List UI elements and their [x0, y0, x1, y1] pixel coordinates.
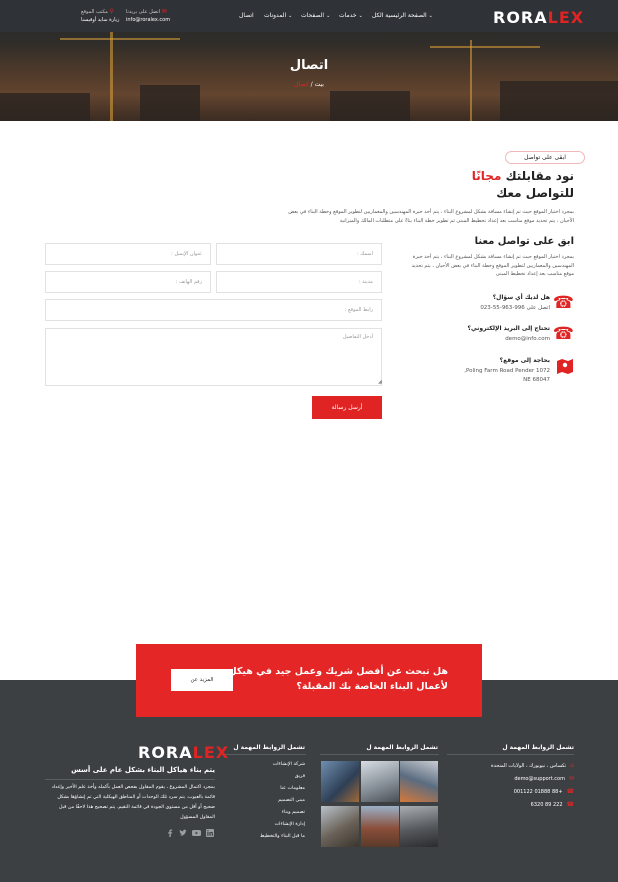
nav-item-contact[interactable]: اتصال	[239, 12, 254, 19]
footer-description: بمجرد اكتمال المشروع ، يقوم المقاول بفحص…	[51, 785, 215, 820]
building-shape	[0, 93, 90, 121]
crane-shape	[60, 38, 180, 40]
details-placeholder: أدخل التفاصيل	[342, 334, 373, 340]
footer-link[interactable]: مبنى التصميم	[278, 798, 305, 803]
map-icon	[556, 357, 574, 375]
mail-icon: ✉	[568, 775, 574, 782]
crane-shape	[430, 46, 540, 48]
nav-item-pages[interactable]: الصفحات ⌄	[301, 12, 330, 19]
divider	[224, 754, 306, 755]
name-input[interactable]: اسمك :	[216, 243, 382, 265]
footer-link[interactable]: معلومات عنا	[280, 786, 305, 791]
nav-item-home[interactable]: الصفحة الرئيسية الكل ⌄	[372, 12, 433, 19]
chevron-down-icon: ⌄	[288, 13, 293, 19]
section-heading: نود مقابلتك مجانًا للتواصل معك	[471, 169, 574, 200]
chevron-down-icon: ⌄	[428, 13, 433, 19]
breadcrumb-home[interactable]: بيت	[315, 81, 324, 88]
info-email: ☎ تحتاج إلى البريد الإلكتروني؟ demo@info…	[467, 324, 574, 344]
learn-more-button[interactable]: المزيد عن	[171, 669, 233, 691]
top-navbar: RORALEX الصفحة الرئيسية الكل ⌄ خدمات ⌄ الص…	[0, 0, 618, 32]
footer-col3-heading: تشمل الروابط المهمة ل	[233, 744, 305, 751]
cta-text: هل تبحث عن أفضل شريك وعمل جيد في هيكل لأ…	[228, 666, 448, 692]
mail-icon: ✉	[161, 8, 167, 15]
footer-phone[interactable]: ☎222 89 6320	[531, 801, 574, 808]
city-input[interactable]: مدينة :	[216, 271, 382, 293]
gallery-image[interactable]	[321, 806, 359, 847]
footer-link[interactable]: تصميم وبناء	[282, 810, 305, 815]
footer-link[interactable]: إدارة الإنشاءات	[275, 822, 305, 827]
page-title: اتصال	[289, 58, 329, 73]
website-input[interactable]: رابط الموقع :	[45, 299, 382, 321]
footer-link[interactable]: ما قبل البناء والتخطيط	[260, 834, 305, 839]
hero-banner: RORALEX الصفحة الرئيسية الكل ⌄ خدمات ⌄ الص…	[0, 0, 618, 121]
nav-item-services[interactable]: خدمات ⌄	[339, 12, 363, 19]
divider	[45, 779, 215, 780]
gallery-image[interactable]	[361, 761, 399, 802]
phone-icon: ☎	[566, 788, 574, 795]
phone-icon: ☎	[552, 324, 574, 344]
footer-col2-heading: تشمل الروابط المهمة ل	[366, 744, 438, 751]
phone-input[interactable]: رقم الهاتف :	[45, 271, 211, 293]
phone-icon: ☎	[552, 293, 574, 313]
footer-address: ⌂تكساس ، نيويورك ، الولايات المتحدة	[491, 762, 574, 769]
info-location: بحاجة إلى موقع؟ 1072 Poling Farm Road Pe…	[404, 357, 574, 389]
contact-subheading: ابق على تواصل معنا	[474, 236, 574, 247]
footer-phone[interactable]: ☎+88 01888 001122	[514, 788, 574, 795]
linkedin-icon[interactable]	[206, 829, 214, 839]
twitter-icon[interactable]	[179, 829, 187, 839]
info-phone: ☎ هل لديك أي سؤال؟ اتصل على 996-963-55-0…	[480, 293, 574, 313]
resize-handle[interactable]: ◢	[378, 379, 382, 385]
details-textarea[interactable]: أدخل التفاصيل ◢	[45, 328, 382, 386]
section-pill: ابقى على تواصل	[505, 151, 585, 164]
logo[interactable]: RORALEX	[493, 8, 584, 27]
footer-col1-heading: تشمل الروابط المهمة ل	[502, 744, 574, 751]
building-shape	[140, 85, 200, 121]
footer-logo[interactable]: RORALEX	[138, 743, 229, 762]
divider	[320, 754, 439, 755]
gallery-image[interactable]	[321, 761, 359, 802]
chevron-down-icon: ⌄	[358, 13, 363, 19]
footer-email[interactable]: ✉demo@support.com	[514, 775, 574, 782]
location-icon: ⌂	[570, 762, 574, 769]
gallery-image[interactable]	[400, 761, 438, 802]
info-email-link[interactable]: demo@info.com	[505, 335, 550, 344]
youtube-icon[interactable]	[192, 829, 201, 839]
divider	[447, 754, 574, 755]
footer-link[interactable]: شركة الإنشاءات	[273, 762, 305, 767]
footer-tagline: يتم بناء هياكل البناء بشكل عام على أسس	[71, 766, 215, 774]
location-pin-icon: ⚲	[109, 8, 114, 15]
top-email[interactable]: اتصل على بريدنا ✉ info@roralex.com	[126, 8, 170, 23]
breadcrumb-current: اتصال	[294, 81, 309, 88]
building-shape	[330, 91, 410, 121]
gallery-image[interactable]	[361, 806, 399, 847]
cta-banner: هل تبحث عن أفضل شريك وعمل جيد في هيكل لأ…	[136, 644, 482, 717]
nav-item-blogs[interactable]: المدونات ⌄	[264, 12, 292, 19]
crane-shape	[110, 30, 113, 121]
section-intro: بمجرد اختيار الموقع حيث تم إنشاء مسافة ب…	[288, 209, 574, 224]
facebook-icon[interactable]	[167, 829, 173, 839]
footer-link[interactable]: فريق	[295, 774, 305, 779]
breadcrumb: بيت / اتصال	[294, 81, 324, 88]
top-location[interactable]: مكتب الموقع ⚲ زيارة سايد أوفيسنا	[81, 8, 119, 23]
contact-subtext: بمجرد اختيار الموقع حيث تم إنشاء مسافة ب…	[411, 254, 574, 277]
send-message-button[interactable]: أرسل رسالة	[312, 396, 382, 419]
email-input[interactable]: عنوان الإيميل :	[45, 243, 211, 265]
phone-icon: ☎	[566, 801, 574, 808]
chevron-down-icon: ⌄	[326, 13, 331, 19]
gallery-image[interactable]	[400, 806, 438, 847]
